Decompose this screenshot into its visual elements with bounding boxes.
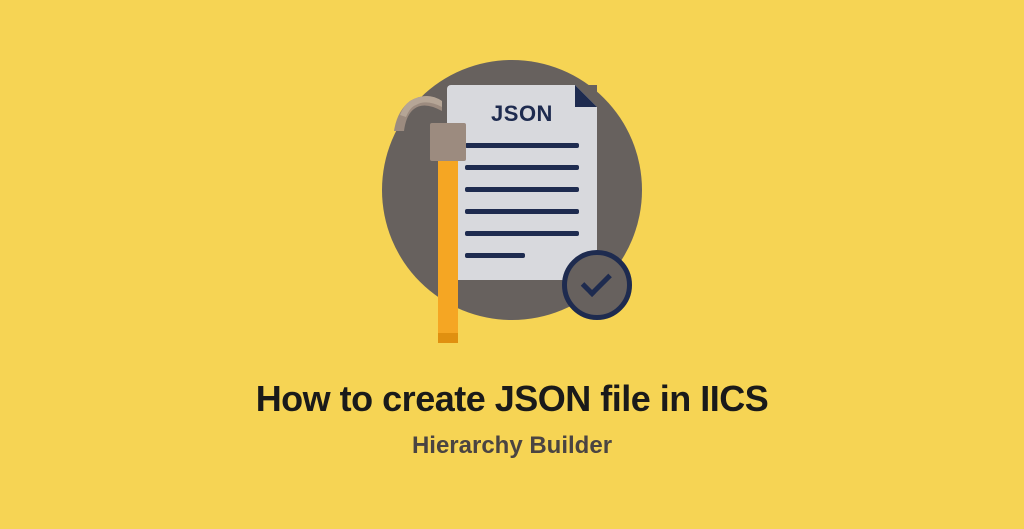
hammer-icon xyxy=(402,98,492,343)
document-fold-icon xyxy=(575,85,597,107)
page-title: How to create JSON file in IICS xyxy=(256,378,769,420)
hero-graphic: JSON xyxy=(362,50,662,350)
hammer-handle xyxy=(438,153,458,343)
hammer-claw-icon xyxy=(392,93,447,133)
checkmark-icon xyxy=(581,265,612,296)
page-subtitle: Hierarchy Builder xyxy=(412,432,612,460)
checkmark-badge xyxy=(562,250,632,320)
hammer-handle-tip xyxy=(438,333,458,343)
json-label: JSON xyxy=(491,101,553,127)
